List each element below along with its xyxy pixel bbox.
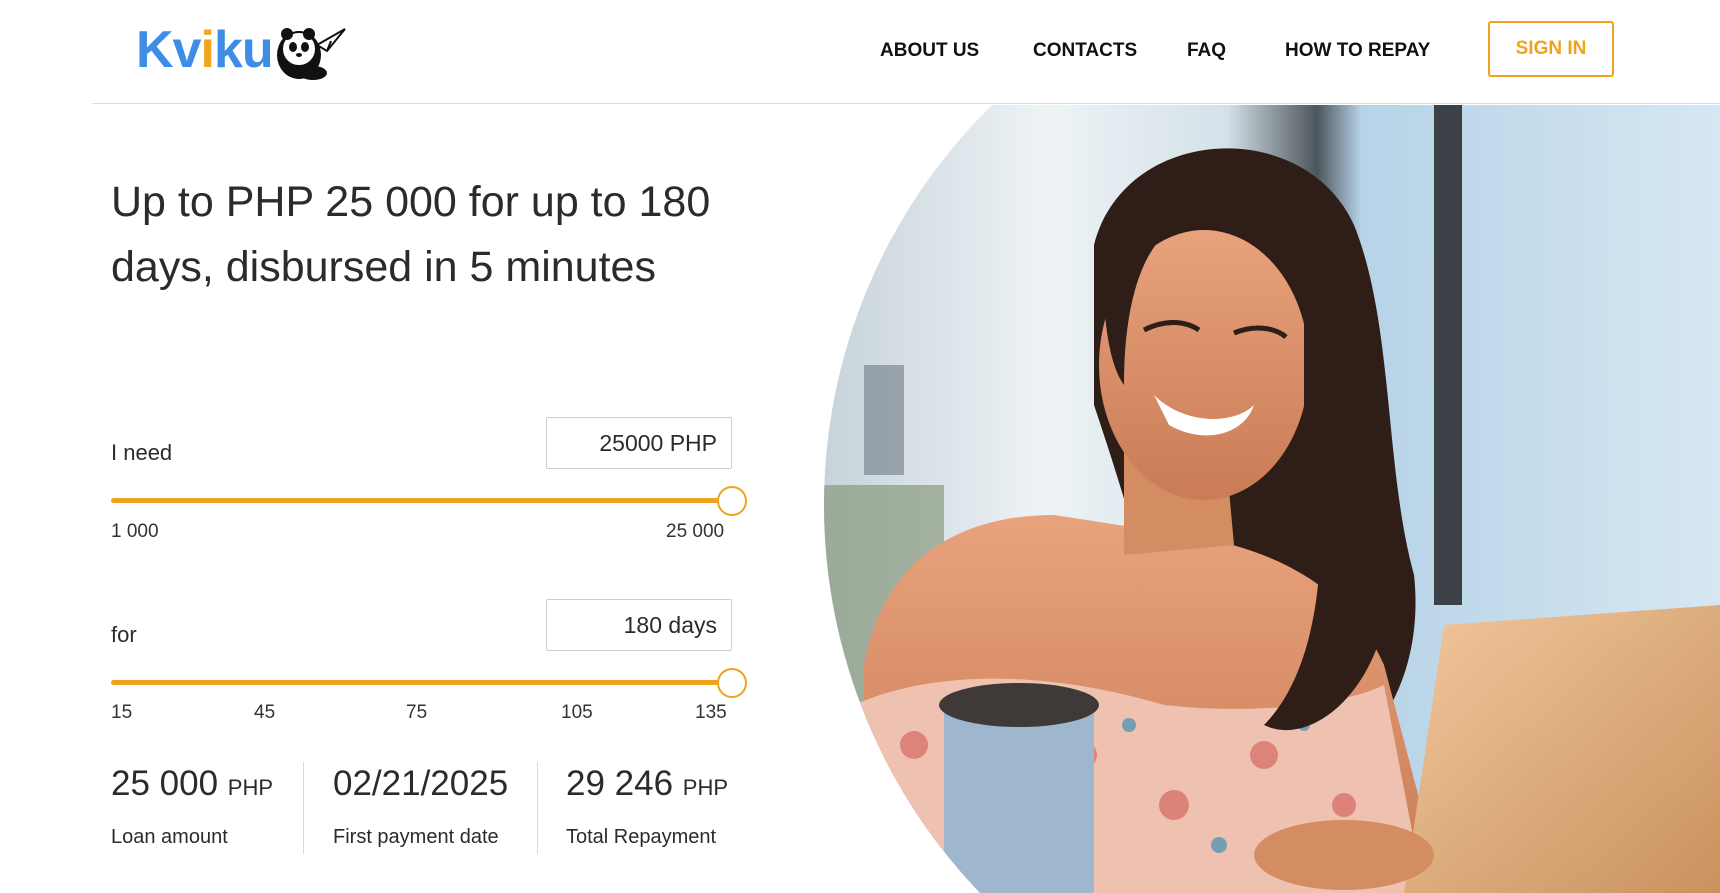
loan-amount-value: 25 000 PHP [111,764,274,803]
loan-amount-unit: PHP [227,775,274,800]
panda-mascot-icon [276,28,346,80]
term-input[interactable]: 180 days [546,599,732,651]
first-payment-date-label: First payment date [333,826,499,848]
amount-label: I need [111,440,173,465]
summary-divider [537,762,538,854]
summary-divider [303,762,304,854]
nav-about-us[interactable]: ABOUT US [880,40,979,62]
site-header: Kviku ABOUT US CONTACTS FAQ HOW TO REPAY… [92,0,1720,104]
hero-image [824,105,1720,893]
kviku-logo[interactable]: Kviku [136,14,356,86]
term-label: for [111,622,137,647]
sign-in-button[interactable]: SIGN IN [1488,21,1614,77]
amount-slider-track[interactable] [111,498,732,503]
term-tick: 45 [254,702,276,723]
term-slider-track[interactable] [111,680,732,685]
total-repayment-unit: PHP [682,775,729,800]
amount-slider-handle[interactable] [717,486,747,516]
term-tick: 15 [111,702,133,723]
amount-min-label: 1 000 [111,521,159,542]
term-tick: 75 [406,702,428,723]
nav-faq[interactable]: FAQ [1187,40,1226,62]
amount-max-label: 25 000 [666,521,725,542]
term-tick: 135 [695,702,727,723]
term-slider-handle[interactable] [717,668,747,698]
loan-amount-label: Loan amount [111,826,228,848]
nav-how-to-repay[interactable]: HOW TO REPAY [1285,40,1430,62]
total-repayment-value: 29 246 PHP [566,764,729,803]
hero-headline: Up to PHP 25 000 for up to 180 days, dis… [111,178,711,291]
total-repayment-label: Total Repayment [566,826,717,848]
nav-contacts[interactable]: CONTACTS [1033,40,1137,62]
amount-input[interactable]: 25000 PHP [546,417,732,469]
first-payment-date-value: 02/21/2025 [333,764,509,803]
term-tick: 105 [561,702,593,723]
logo-wordmark: Kviku [136,21,274,79]
woman-with-laptop-photo [824,105,1720,893]
